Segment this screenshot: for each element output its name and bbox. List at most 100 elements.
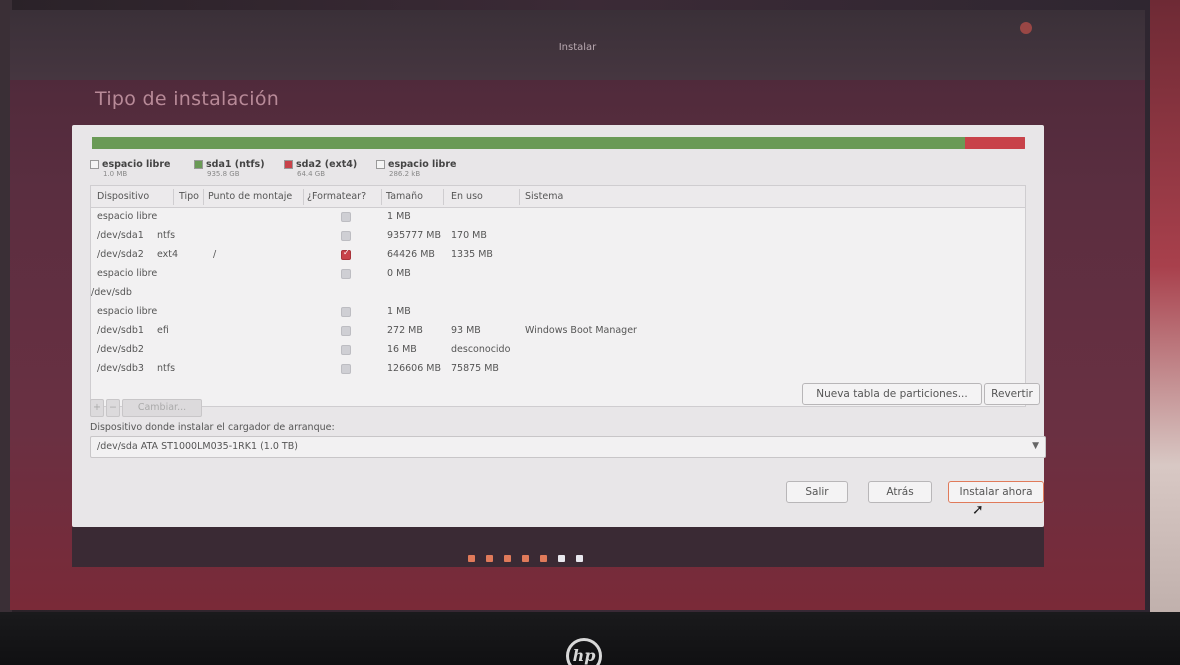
format-checkbox[interactable]	[341, 212, 351, 222]
legend-swatch	[284, 160, 293, 169]
cell-used: 170 MB	[451, 230, 487, 241]
back-button[interactable]: Atrás	[868, 481, 932, 503]
chevron-down-icon: ▼	[1032, 441, 1039, 451]
format-checkbox[interactable]	[341, 345, 351, 355]
window-title: Instalar	[558, 42, 597, 53]
progress-dot	[486, 555, 493, 562]
cell-type: ntfs	[157, 230, 176, 241]
legend-item: sda2 (ext4) 64.4 GB	[284, 159, 357, 178]
column-divider	[519, 189, 520, 205]
partition-segment	[1025, 137, 1026, 149]
cell-size: 0 MB	[387, 268, 411, 279]
cell-device: /dev/sda2	[97, 249, 144, 260]
column-header-device[interactable]: Dispositivo	[97, 191, 149, 202]
table-row[interactable]: /dev/sda1 ntfs 935777 MB 170 MB	[91, 227, 1025, 246]
cell-size: 16 MB	[387, 344, 417, 355]
legend-item: espacio libre 1.0 MB	[90, 159, 170, 178]
cell-type: ntfs	[157, 363, 176, 374]
cell-used: desconocido	[451, 344, 511, 355]
cell-device: /dev/sdb3	[97, 363, 144, 374]
format-checkbox[interactable]	[341, 248, 351, 260]
legend-swatch	[194, 160, 203, 169]
cell-used: 1335 MB	[451, 249, 493, 260]
cell-size: 64426 MB	[387, 249, 435, 260]
table-row[interactable]: /dev/sdb1 efi 272 MB 93 MB Windows Boot Mana…	[91, 322, 1025, 341]
legend-item: sda1 (ntfs) 935.8 GB	[194, 159, 265, 178]
screen: Instalar Tipo de instalación espacio lib…	[10, 10, 1145, 610]
cell-device: espacio libre	[97, 306, 158, 317]
progress-dot	[522, 555, 529, 562]
format-checkbox[interactable]	[341, 364, 351, 374]
cell-device: /dev/sdb1	[97, 325, 144, 336]
bootloader-device-select[interactable]: /dev/sda ATA ST1000LM035-1RK1 (1.0 TB) ▼	[90, 436, 1046, 458]
cell-device: espacio libre	[97, 268, 158, 279]
remove-partition-button[interactable]: −	[106, 399, 120, 417]
table-row[interactable]: espacio libre 0 MB	[91, 265, 1025, 284]
table-row[interactable]: /dev/sdb2 16 MB desconocido	[91, 341, 1025, 360]
legend-swatch	[376, 160, 385, 169]
legend-item: espacio libre 286.2 kB	[376, 159, 456, 178]
format-checkbox[interactable]	[341, 269, 351, 279]
format-checkbox[interactable]	[341, 307, 351, 317]
partition-table[interactable]: Dispositivo Tipo Punto de montaje ¿Forma…	[90, 185, 1026, 407]
legend-swatch	[90, 160, 99, 169]
bootloader-label: Dispositivo donde instalar el cargador d…	[90, 422, 335, 433]
cell-device: /dev/sdb2	[97, 344, 144, 355]
legend-name: sda2 (ext4)	[296, 159, 358, 170]
progress-dot	[540, 555, 547, 562]
partition-legend: espacio libre 1.0 MB sda1 (ntfs) 935.8 G…	[90, 159, 990, 187]
legend-name: espacio libre	[102, 159, 171, 170]
cell-size: 1 MB	[387, 211, 411, 222]
column-divider	[303, 189, 304, 205]
table-row[interactable]: espacio libre 1 MB	[91, 208, 1025, 227]
legend-size: 286.2 kB	[389, 170, 421, 178]
cell-used: 75875 MB	[451, 363, 499, 374]
legend-size: 64.4 GB	[297, 170, 326, 178]
cell-used: 93 MB	[451, 325, 481, 336]
table-row[interactable]: /dev/sdb	[91, 284, 1025, 303]
close-icon[interactable]	[1020, 22, 1032, 34]
legend-size: 1.0 MB	[103, 170, 128, 178]
cell-type: efi	[157, 325, 169, 336]
column-header-format[interactable]: ¿Formatear?	[307, 191, 366, 202]
progress-dot	[576, 555, 583, 562]
progress-dots	[468, 555, 583, 562]
cell-mount: /	[213, 249, 217, 260]
format-checkbox[interactable]	[341, 231, 351, 241]
table-row[interactable]: /dev/sda2 ext4 / 64426 MB 1335 MB	[91, 246, 1025, 265]
install-now-button[interactable]: Instalar ahora	[948, 481, 1044, 503]
column-header-size[interactable]: Tamaño	[386, 191, 423, 202]
progress-dot	[558, 555, 565, 562]
cell-size: 272 MB	[387, 325, 423, 336]
column-header-mount[interactable]: Punto de montaje	[208, 191, 292, 202]
format-checkbox[interactable]	[341, 326, 351, 336]
column-header-used[interactable]: En uso	[451, 191, 483, 202]
cell-device: espacio libre	[97, 211, 158, 222]
quit-button[interactable]: Salir	[786, 481, 848, 503]
progress-dot	[504, 555, 511, 562]
legend-name: sda1 (ntfs)	[206, 159, 265, 170]
bootloader-device-value: /dev/sda ATA ST1000LM035-1RK1 (1.0 TB)	[97, 441, 298, 452]
table-row[interactable]: espacio libre 1 MB	[91, 303, 1025, 322]
column-divider	[173, 189, 174, 205]
page-title: Tipo de instalación	[95, 88, 280, 110]
column-header-system[interactable]: Sistema	[525, 191, 563, 202]
revert-button[interactable]: Revertir	[984, 383, 1040, 405]
legend-name: espacio libre	[388, 159, 457, 170]
table-row[interactable]: /dev/sdb3 ntfs 126606 MB 75875 MB	[91, 360, 1025, 379]
column-header-type[interactable]: Tipo	[179, 191, 199, 202]
cell-device: /dev/sdb	[91, 287, 132, 298]
change-partition-button[interactable]: Cambiar...	[122, 399, 202, 417]
cell-size: 1 MB	[387, 306, 411, 317]
installation-type-panel: espacio libre 1.0 MB sda1 (ntfs) 935.8 G…	[72, 125, 1046, 527]
add-partition-button[interactable]: +	[90, 399, 104, 417]
table-body: espacio libre 1 MB/dev/sda1 ntfs 935777 MB 1…	[91, 208, 1025, 379]
mouse-pointer-icon: ➚	[972, 502, 984, 518]
new-partition-table-button[interactable]: Nueva tabla de particiones...	[802, 383, 982, 405]
column-divider	[381, 189, 382, 205]
column-divider	[443, 189, 444, 205]
progress-dot	[468, 555, 475, 562]
table-header: Dispositivo Tipo Punto de montaje ¿Forma…	[91, 186, 1025, 208]
cell-type: ext4	[157, 249, 179, 260]
cell-size: 935777 MB	[387, 230, 441, 241]
